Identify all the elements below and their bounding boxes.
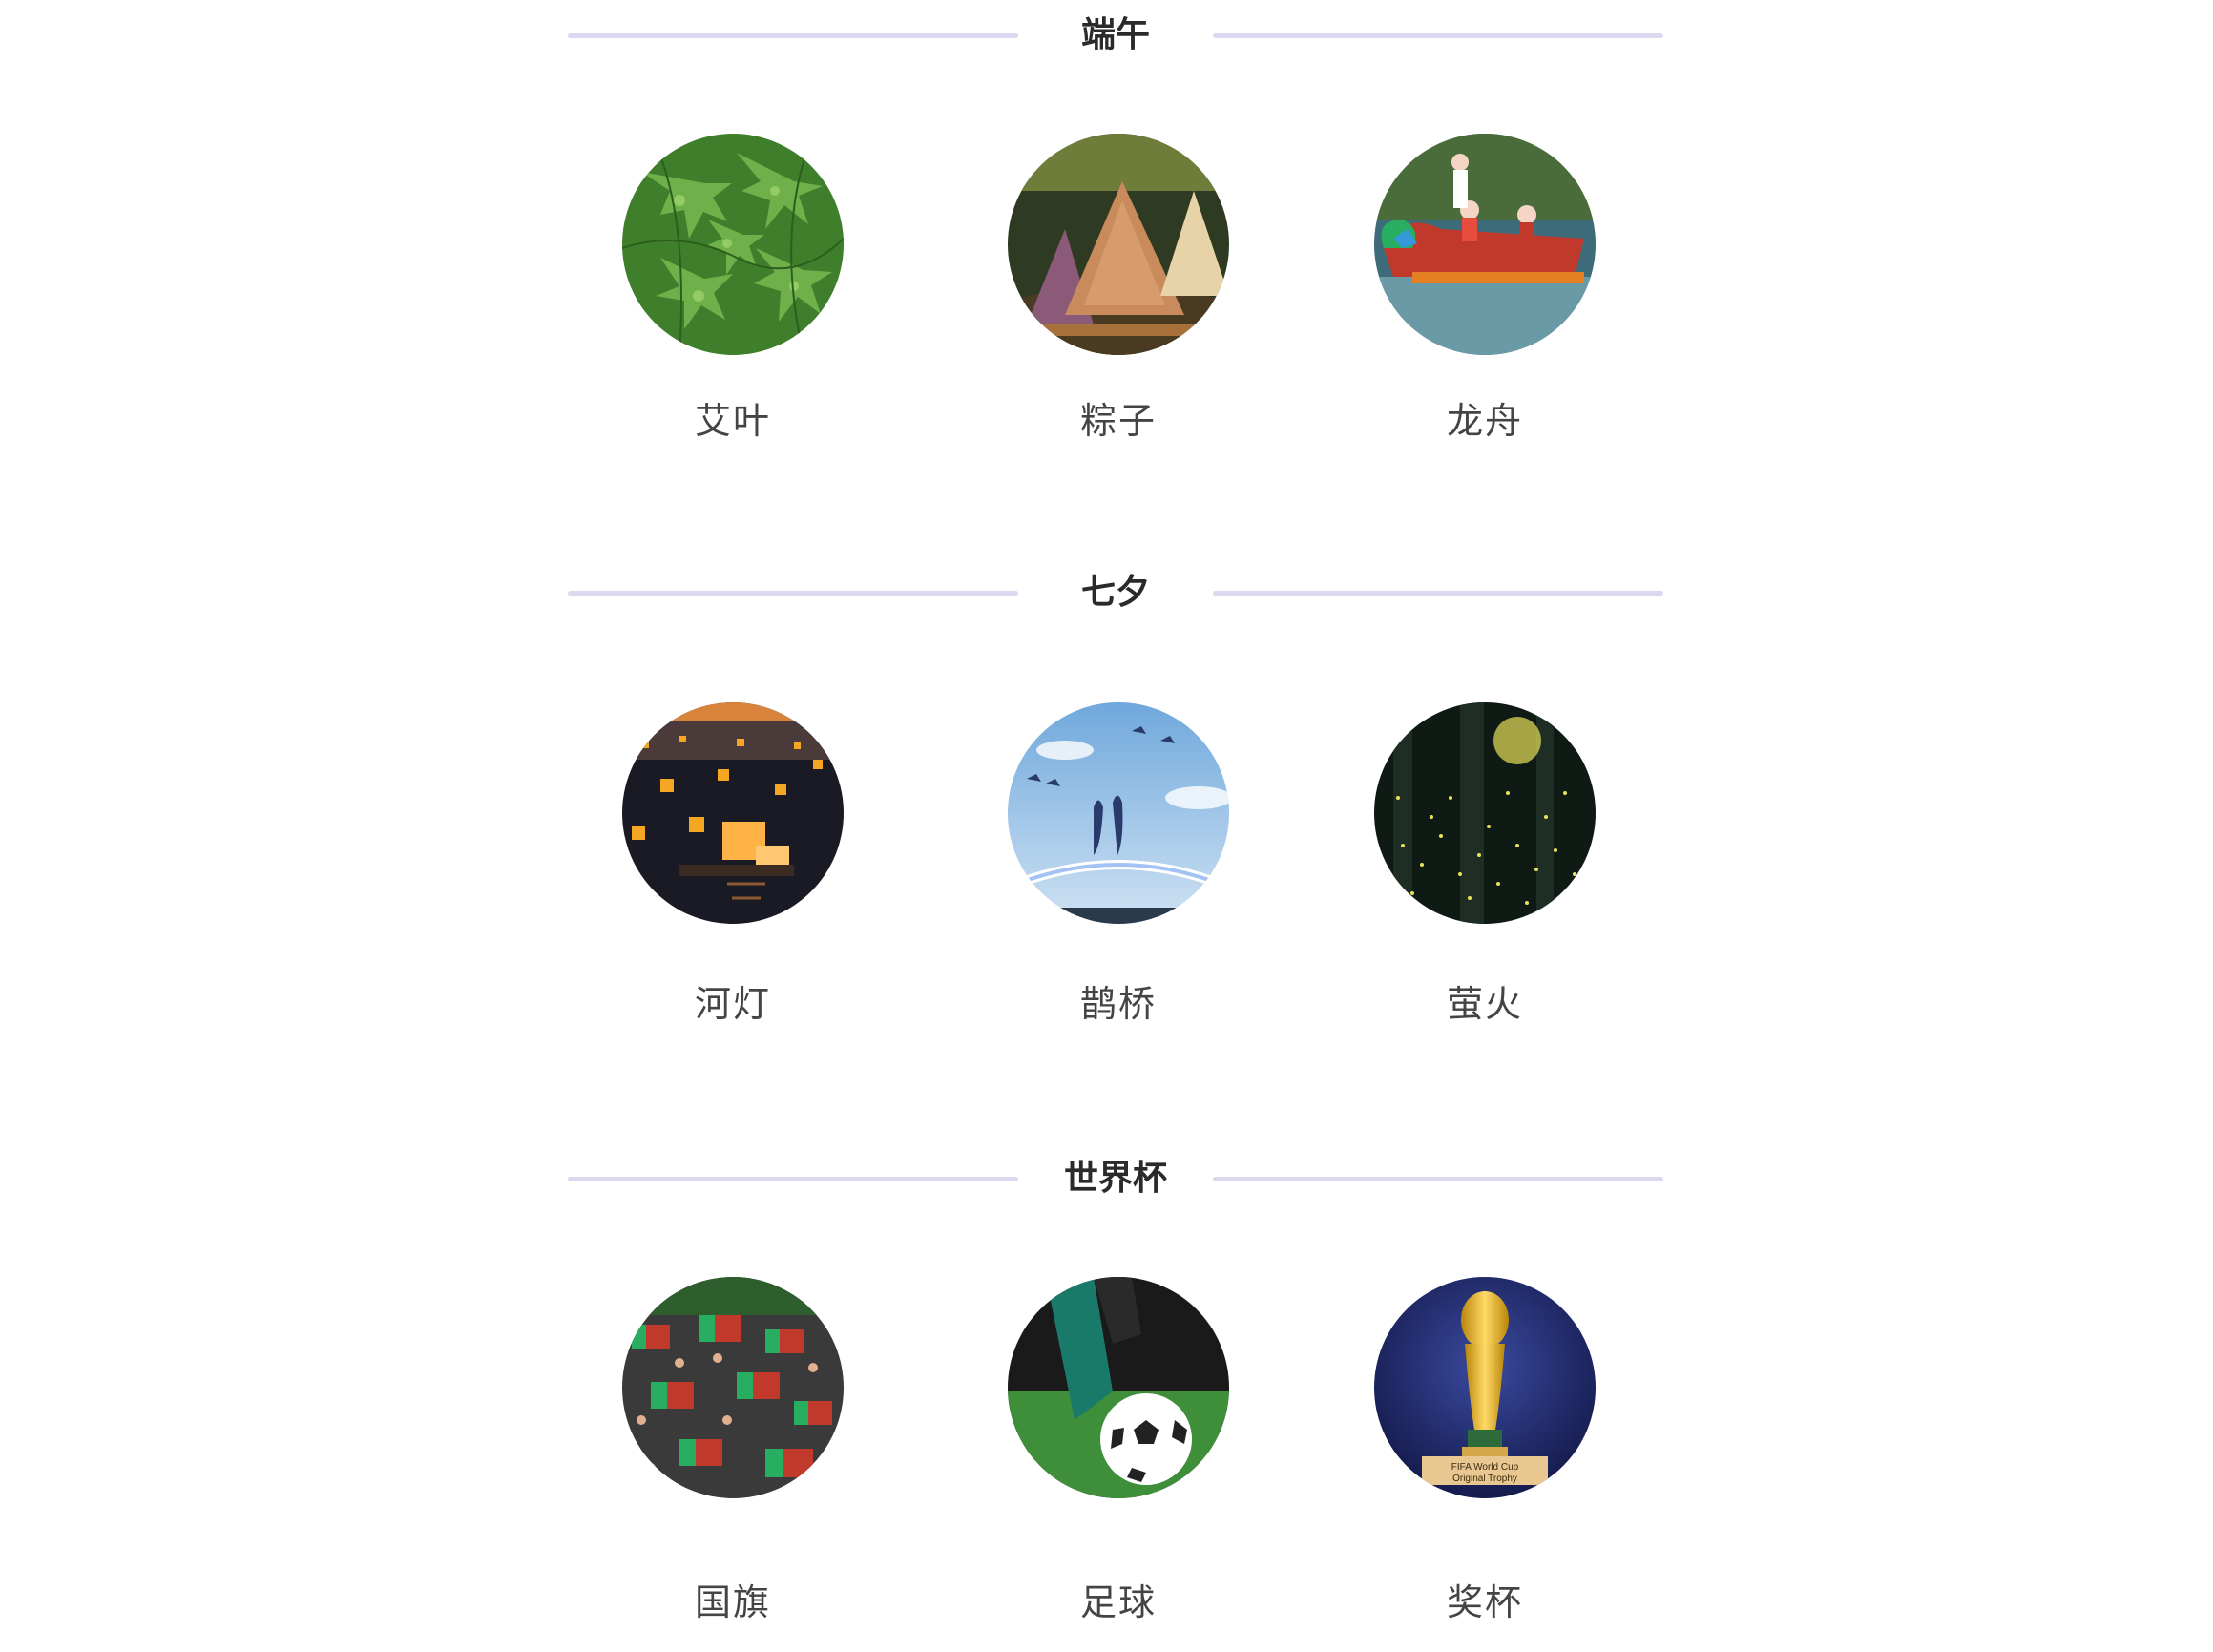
section-title: 七夕 (1080, 573, 1150, 612)
item-card[interactable]: 龙舟 (1374, 134, 1596, 442)
divider-right (1213, 1177, 1663, 1181)
item-label: 萤火 (1446, 983, 1523, 1025)
item-label: 奖杯 (1446, 1581, 1523, 1623)
item-card[interactable]: 足球 (1008, 1277, 1229, 1623)
flags-crowd-image[interactable] (622, 1277, 844, 1498)
item-card[interactable]: 萤火 (1374, 702, 1596, 1025)
river-lanterns-image[interactable] (622, 702, 844, 924)
item-label: 龙舟 (1446, 400, 1523, 442)
item-card[interactable]: 河灯 (622, 702, 844, 1025)
divider-right (1213, 591, 1663, 596)
item-card[interactable]: 鹊桥 (1008, 702, 1229, 1025)
item-label: 粽子 (1079, 400, 1157, 442)
magpie-bridge-image[interactable] (1008, 702, 1229, 924)
item-label: 足球 (1079, 1581, 1157, 1623)
item-card[interactable]: 艾叶 (622, 134, 844, 442)
divider-left (568, 1177, 1018, 1181)
item-card[interactable]: 粽子 (1008, 134, 1229, 442)
divider-left (568, 591, 1018, 596)
item-label: 艾叶 (694, 400, 771, 442)
item-label: 国旗 (694, 1581, 771, 1623)
divider-right (1213, 33, 1663, 38)
item-label: 鹊桥 (1079, 983, 1157, 1025)
section-title: 端午 (1080, 15, 1150, 54)
world-cup-trophy-image[interactable]: FIFA World Cup Original Trophy (1374, 1277, 1596, 1498)
svg-text:Original Trophy: Original Trophy (1452, 1474, 1517, 1484)
item-label: 河灯 (694, 983, 771, 1025)
zongzi-image[interactable] (1008, 134, 1229, 355)
mugwort-image[interactable] (622, 134, 844, 355)
soccer-ball-image[interactable] (1008, 1277, 1229, 1498)
fireflies-image[interactable] (1374, 702, 1596, 924)
dragon-boat-image[interactable] (1374, 134, 1596, 355)
svg-text:FIFA World Cup: FIFA World Cup (1451, 1462, 1519, 1473)
section-title: 世界杯 (1063, 1159, 1167, 1198)
item-card[interactable]: FIFA World Cup Original Trophy 奖杯 (1374, 1277, 1596, 1623)
divider-left (568, 33, 1018, 38)
item-card[interactable]: 国旗 (622, 1277, 844, 1623)
